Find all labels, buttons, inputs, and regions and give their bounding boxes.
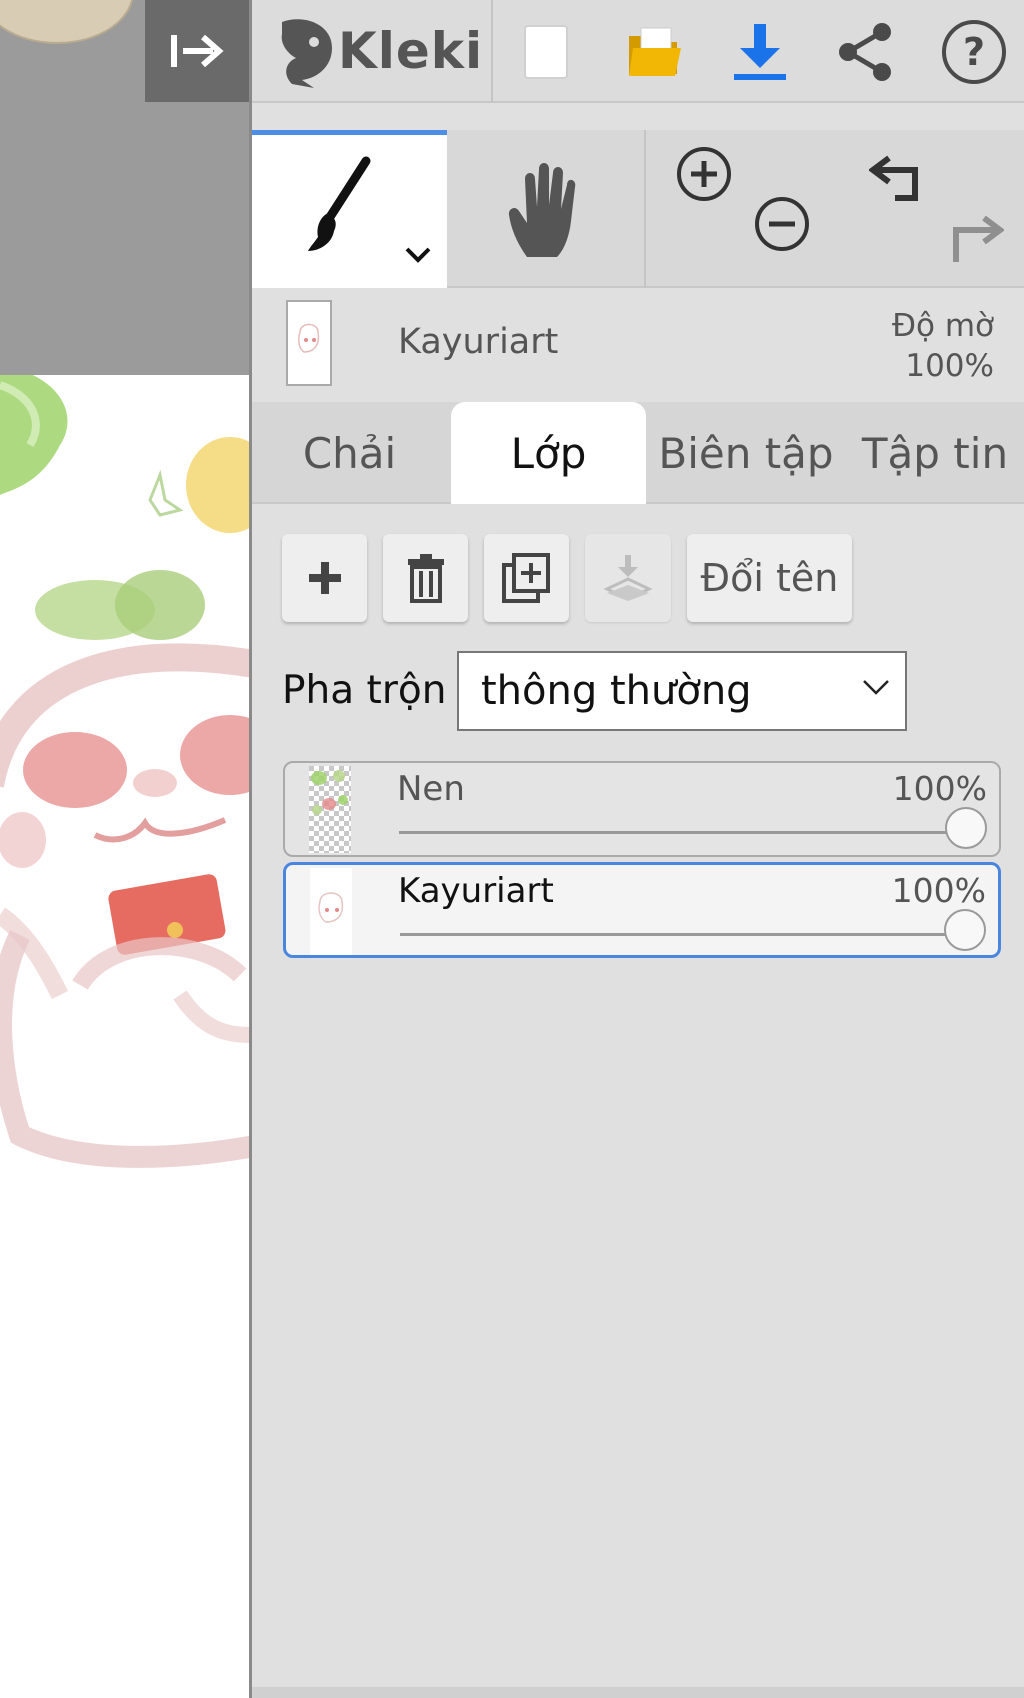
duplicate-icon: [501, 553, 550, 603]
app-logo-text: Kleki: [338, 22, 484, 80]
top-toolbar: Kleki ?: [252, 0, 1024, 103]
zoom-in-button[interactable]: [672, 142, 736, 206]
rename-layer-label: Đổi tên: [700, 556, 839, 600]
open-file-button[interactable]: [617, 14, 693, 90]
layer-row-nen[interactable]: Nen 100%: [283, 761, 1001, 857]
folder-icon: [629, 27, 681, 76]
panel-bottom-edge: [252, 1687, 1024, 1698]
layer-opacity-slider[interactable]: [399, 831, 963, 834]
download-icon: [734, 24, 786, 80]
blend-mode-value: thông thường: [481, 668, 752, 714]
layer-opacity-slider[interactable]: [400, 933, 962, 936]
current-layer-name: Kayuriart: [398, 322, 559, 362]
drawing-canvas[interactable]: [0, 0, 249, 1698]
layer-name: Nen: [397, 769, 465, 809]
toolbar-divider: [491, 0, 493, 103]
redo-button[interactable]: [942, 206, 1006, 270]
hand-icon: [508, 163, 575, 257]
tab-file[interactable]: Tập tin: [846, 402, 1024, 504]
canvas-artwork: [0, 375, 249, 1168]
blend-mode-select[interactable]: thông thường: [457, 651, 907, 731]
layer-name: Kayuriart: [398, 871, 554, 911]
help-button[interactable]: ?: [936, 14, 1012, 90]
tab-layers[interactable]: Lớp: [451, 402, 646, 504]
tab-brush[interactable]: Chải: [252, 402, 447, 504]
layer-thumbnail: [309, 766, 351, 853]
layer-thumbnail: [310, 868, 352, 955]
delete-layer-button[interactable]: [383, 534, 468, 622]
opacity-value: 100%: [905, 348, 994, 384]
redo-icon: [953, 215, 1004, 262]
layer-thumb-sketch: [298, 323, 320, 353]
brush-icon: [308, 156, 371, 251]
kleki-logo-icon: [281, 19, 332, 88]
merge-down-icon: [603, 555, 653, 601]
svg-text:?: ?: [963, 30, 985, 74]
layer-opacity-slider-knob[interactable]: [945, 807, 987, 849]
share-icon: [839, 23, 891, 81]
blank-page-icon: [524, 25, 568, 79]
download-button[interactable]: [722, 14, 798, 90]
undo-button[interactable]: [867, 144, 931, 208]
layer-opacity-slider-knob[interactable]: [944, 909, 986, 951]
app-logo[interactable]: Kleki: [274, 14, 483, 88]
add-layer-button[interactable]: [282, 534, 367, 622]
collapse-arrow-icon: [171, 34, 224, 68]
collapse-panel-button[interactable]: [145, 0, 249, 102]
chevron-down-icon: [863, 680, 889, 695]
current-layer-info: Kayuriart Độ mờ 100%: [252, 288, 1024, 398]
trash-icon: [407, 554, 444, 603]
duplicate-layer-button[interactable]: [484, 534, 569, 622]
plus-icon: [308, 562, 341, 594]
zoom-out-button[interactable]: [750, 192, 814, 256]
layer-opacity-value: 100%: [891, 871, 986, 910]
blend-mode-label: Pha trộn: [282, 668, 447, 713]
brush-tool-button[interactable]: [252, 130, 447, 288]
zoom-in-icon: [677, 147, 731, 201]
zoom-out-icon: [755, 197, 809, 251]
hand-tool-button[interactable]: [447, 130, 642, 288]
undo-icon: [869, 155, 918, 201]
help-icon: ?: [942, 20, 1006, 84]
share-button[interactable]: [828, 14, 904, 90]
layer-row-kayuriart[interactable]: Kayuriart 100%: [283, 862, 1001, 958]
rename-layer-button[interactable]: Đổi tên: [687, 534, 852, 622]
tool-row: [252, 130, 1024, 288]
layer-opacity-readout: Độ mờ 100%: [892, 306, 994, 386]
new-image-button[interactable]: [508, 14, 584, 90]
tool-row-divider: [644, 130, 646, 288]
current-layer-thumbnail: [286, 300, 332, 386]
tab-edit[interactable]: Biên tập: [646, 402, 846, 504]
panel-tabs: Chải Lớp Biên tập Tập tin: [252, 402, 1024, 504]
layer-opacity-value: 100%: [892, 769, 987, 808]
opacity-label: Độ mờ: [891, 308, 994, 344]
side-panel: Kleki ? Kayuriart Độ mờ 100% Chải Lớp Bi…: [249, 0, 1024, 1698]
chevron-down-icon: [405, 247, 431, 263]
merge-down-button[interactable]: [585, 534, 671, 622]
